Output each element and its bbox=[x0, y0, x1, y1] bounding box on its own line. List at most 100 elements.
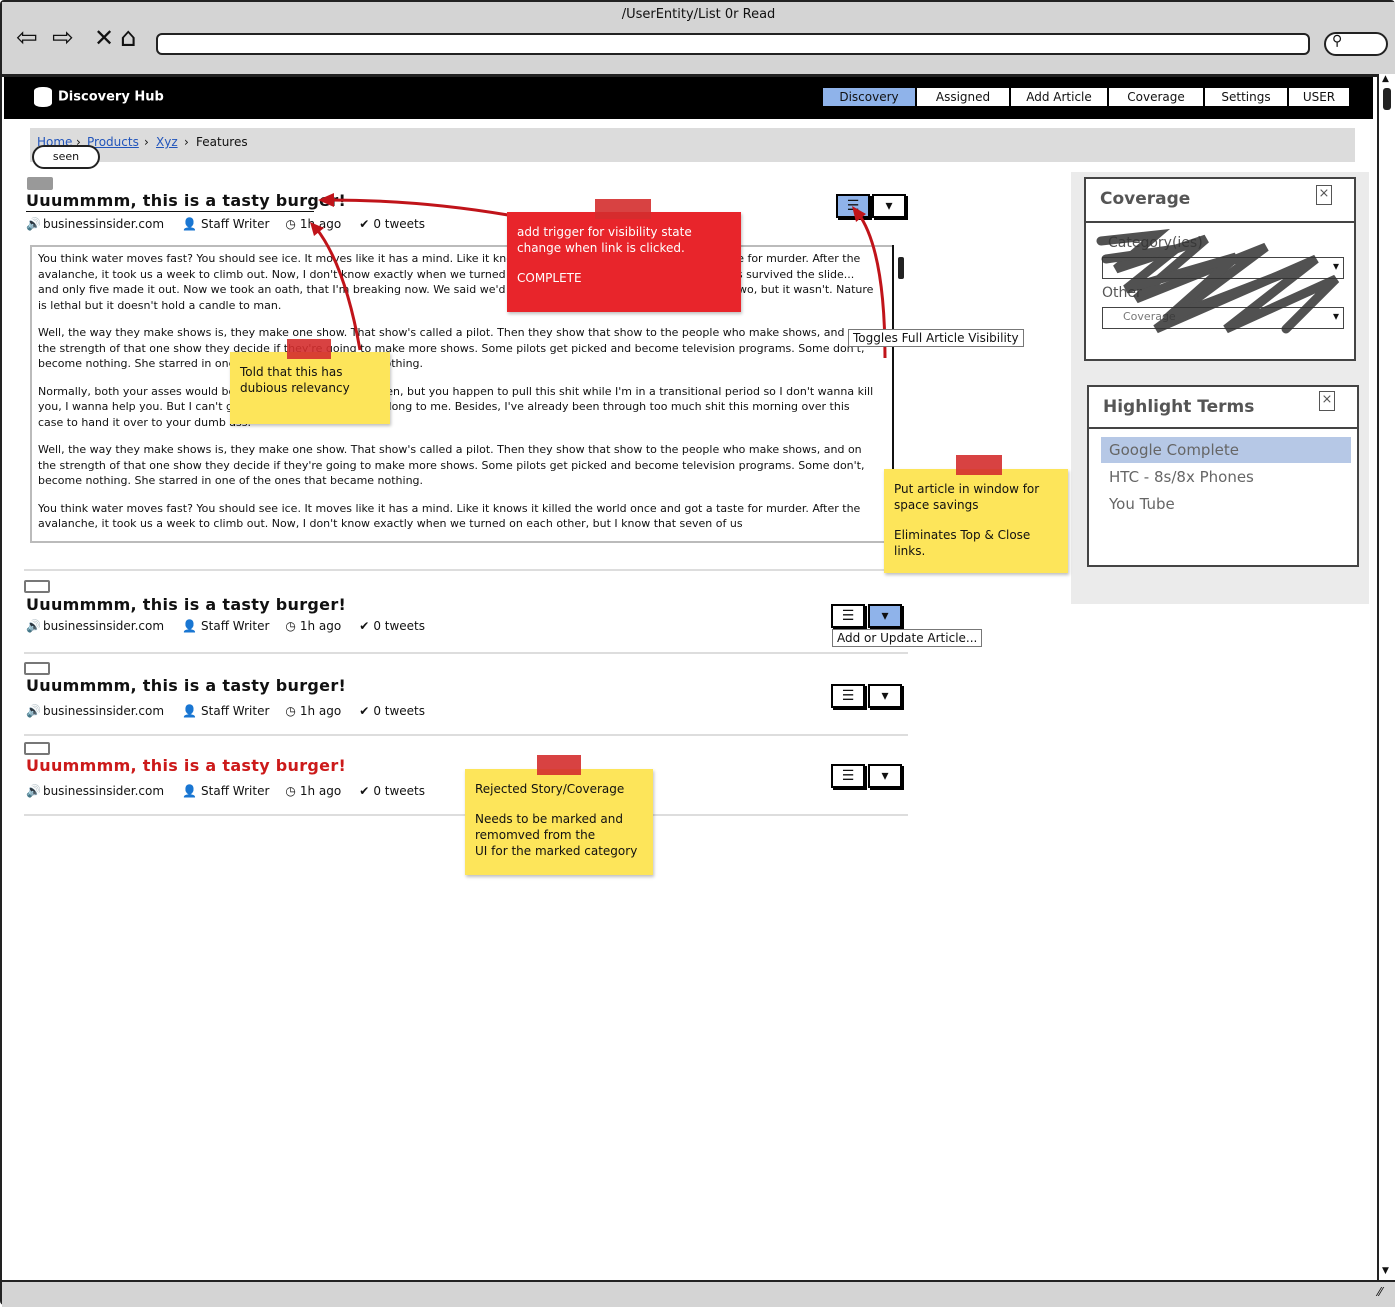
close-icon[interactable]: ✕ bbox=[94, 24, 114, 52]
tab-settings[interactable]: Settings bbox=[1204, 87, 1288, 107]
breadcrumb-features: Features bbox=[196, 135, 248, 149]
article-body[interactable]: You think water moves fast? You should s… bbox=[30, 245, 910, 543]
tab-assigned[interactable]: Assigned bbox=[916, 87, 1010, 107]
user-icon: 👤 bbox=[182, 704, 198, 718]
article-paragraph: Normally, both your asses would be dead … bbox=[38, 384, 874, 429]
clock-icon: ◷ bbox=[285, 784, 296, 798]
back-arrow-icon[interactable]: ⇦ bbox=[16, 24, 38, 52]
app-logo: Discovery Hub bbox=[34, 87, 164, 107]
rejected-sticky-note: Rejected Story/Coverage Needs to be mark… bbox=[465, 769, 653, 875]
note-line: Put article in window for bbox=[894, 482, 1040, 496]
speaker-icon: 🔊 bbox=[26, 619, 41, 633]
note-line: change when link is clicked. bbox=[517, 241, 685, 255]
divider bbox=[24, 652, 908, 654]
breadcrumb-xyz[interactable]: Xyz bbox=[156, 135, 178, 149]
speaker-icon: 🔊 bbox=[26, 704, 41, 718]
chevron-down-icon[interactable]: ▾ bbox=[868, 684, 902, 708]
coverage-panel: Coverage ⨯ Category(ies) ▾ Other Coverag… bbox=[1084, 177, 1356, 361]
app-name: Discovery Hub bbox=[58, 89, 164, 105]
note-line: add trigger for visibility state bbox=[517, 225, 692, 239]
article-author: Staff Writer bbox=[201, 619, 270, 633]
coverage-panel-title: Coverage bbox=[1100, 189, 1191, 209]
article-source: businessinsider.com bbox=[42, 704, 165, 718]
app-header: Discovery Hub Discovery Assigned Add Art… bbox=[4, 77, 1373, 119]
tab-add-article[interactable]: Add Article bbox=[1010, 87, 1108, 107]
article-time: 1h ago bbox=[299, 704, 342, 718]
highlight-term-item[interactable]: HTC - 8s/8x Phones bbox=[1101, 464, 1351, 490]
speaker-icon: 🔊 bbox=[26, 784, 41, 798]
add-update-tooltip[interactable]: Add or Update Article... bbox=[832, 629, 983, 647]
article-author: Staff Writer bbox=[201, 704, 270, 718]
article-tweets: 0 tweets bbox=[373, 704, 426, 718]
article-meta: 🔊 businessinsider.com 👤 Staff Writer ◷ 1… bbox=[26, 704, 425, 718]
menu-icon[interactable]: ☰ bbox=[831, 684, 865, 708]
chevron-down-icon[interactable]: ▾ bbox=[872, 194, 906, 218]
page-scrollbar[interactable]: ▲ ▼ bbox=[1377, 74, 1397, 1280]
speaker-icon: 🔊 bbox=[26, 217, 41, 231]
home-icon[interactable]: ⌂ bbox=[120, 24, 137, 52]
seen-flag-icon[interactable] bbox=[27, 177, 53, 190]
highlight-term-item[interactable]: Google Complete bbox=[1101, 437, 1351, 463]
title-underline bbox=[26, 211, 314, 212]
menu-icon[interactable]: ☰ bbox=[831, 764, 865, 788]
tape bbox=[956, 455, 1002, 475]
article-time: 1h ago bbox=[299, 217, 342, 231]
toggle-visibility-tooltip: Toggles Full Article Visibility bbox=[848, 329, 1024, 347]
article-source: businessinsider.com bbox=[42, 784, 165, 798]
address-bar[interactable] bbox=[156, 33, 1310, 55]
highlight-term-item[interactable]: You Tube bbox=[1101, 491, 1351, 517]
relevancy-sticky-note: Told that this has dubious relevancy bbox=[230, 352, 390, 424]
article-paragraph: Well, the way they make shows is, they m… bbox=[38, 443, 865, 487]
menu-icon[interactable]: ☰ bbox=[836, 194, 870, 218]
space-savings-sticky-note: Put article in window for space savings … bbox=[884, 469, 1068, 573]
note-line: dubious relevancy bbox=[240, 381, 350, 395]
tab-user[interactable]: USER bbox=[1288, 87, 1350, 107]
scribble-overlay bbox=[1096, 229, 1340, 334]
breadcrumb-separator: › bbox=[144, 135, 149, 149]
article-paragraph: You think water moves fast? You should s… bbox=[38, 252, 874, 312]
article-title[interactable]: Uuummmm, this is a tasty burger! bbox=[26, 595, 346, 614]
article-source: businessinsider.com bbox=[42, 619, 165, 633]
tab-discovery[interactable]: Discovery bbox=[822, 87, 916, 107]
article-tweets: 0 tweets bbox=[373, 784, 426, 798]
rejected-article-title[interactable]: Uuummmm, this is a tasty burger! bbox=[26, 756, 346, 775]
article-tweets: 0 tweets bbox=[373, 619, 426, 633]
panel-divider bbox=[1086, 221, 1354, 223]
right-sidebar: Coverage ⨯ Category(ies) ▾ Other Coverag… bbox=[1071, 172, 1369, 604]
tab-coverage[interactable]: Coverage bbox=[1108, 87, 1204, 107]
scroll-up-icon[interactable]: ▲ bbox=[1382, 74, 1389, 84]
chevron-down-icon[interactable]: ▾ bbox=[868, 604, 902, 628]
close-icon[interactable]: ⨯ bbox=[1316, 185, 1332, 205]
article-meta: 🔊 businessinsider.com 👤 Staff Writer ◷ 1… bbox=[26, 217, 425, 231]
highlight-terms-panel: Highlight Terms ⨯ Google Complete HTC - … bbox=[1087, 385, 1359, 567]
chevron-down-icon[interactable]: ▾ bbox=[868, 764, 902, 788]
article-tweets: 0 tweets bbox=[373, 217, 426, 231]
unseen-flag-icon[interactable] bbox=[24, 662, 50, 675]
close-icon[interactable]: ⨯ bbox=[1319, 391, 1335, 411]
unseen-flag-icon[interactable] bbox=[24, 742, 50, 755]
tape bbox=[287, 339, 331, 359]
note-line: Needs to be marked and bbox=[475, 812, 623, 826]
article-meta: 🔊 businessinsider.com 👤 Staff Writer ◷ 1… bbox=[26, 784, 425, 798]
article-scrollbar-thumb[interactable] bbox=[898, 257, 904, 279]
article-source: businessinsider.com bbox=[42, 217, 165, 231]
unseen-flag-icon[interactable] bbox=[24, 580, 50, 593]
scroll-down-icon[interactable]: ▼ bbox=[1382, 1266, 1389, 1276]
browser-search-field[interactable]: ⚲ bbox=[1324, 32, 1388, 56]
menu-icon[interactable]: ☰ bbox=[831, 604, 865, 628]
twitter-icon: ✔ bbox=[359, 784, 370, 798]
resize-grip-icon[interactable]: ⁄⁄ bbox=[1378, 1285, 1382, 1299]
note-line bbox=[517, 256, 731, 270]
note-line: Rejected Story/Coverage bbox=[475, 782, 625, 796]
divider bbox=[24, 569, 908, 571]
seen-callout: seen bbox=[32, 145, 100, 169]
article-title[interactable]: Uuummmm, this is a tasty burger! bbox=[26, 191, 346, 210]
breadcrumb-separator: › bbox=[184, 135, 189, 149]
forward-arrow-icon[interactable]: ⇨ bbox=[52, 24, 74, 52]
page-scrollbar-thumb[interactable] bbox=[1383, 88, 1391, 110]
panel-divider bbox=[1089, 427, 1357, 429]
tape bbox=[595, 199, 651, 219]
search-icon: ⚲ bbox=[1332, 33, 1343, 49]
user-icon: 👤 bbox=[182, 784, 198, 798]
article-title[interactable]: Uuummmm, this is a tasty burger! bbox=[26, 676, 346, 695]
